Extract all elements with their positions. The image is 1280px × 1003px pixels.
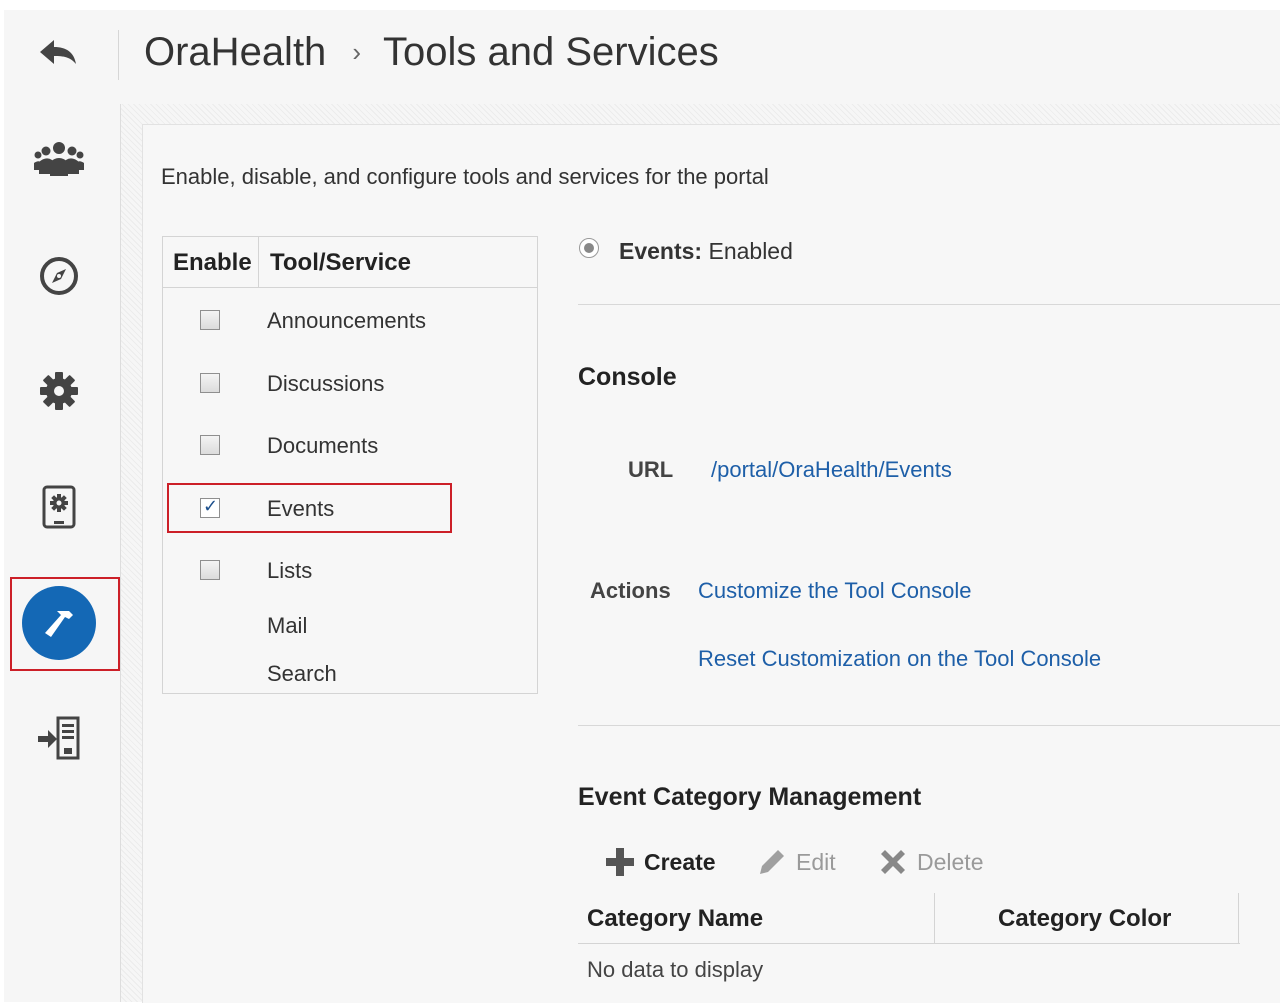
enable-checkbox-announcements[interactable]: [200, 310, 220, 330]
tool-row-announcements: Announcements: [163, 300, 537, 340]
column-header-enable: Enable: [173, 249, 252, 276]
url-label: URL: [628, 457, 674, 482]
tool-row-discussions: Discussions: [163, 363, 537, 403]
console-url-link[interactable]: /portal/OraHealth/Events: [711, 457, 952, 483]
tools-table-header: Enable Tool/Service: [163, 237, 537, 288]
console-section-title: Console: [578, 363, 677, 391]
tool-name[interactable]: Announcements: [267, 308, 426, 334]
delete-button[interactable]: Delete: [877, 845, 983, 879]
tool-row-search: Search: [163, 653, 537, 693]
divider: [578, 725, 1280, 726]
device-settings-icon[interactable]: [30, 478, 88, 536]
gear-icon[interactable]: [30, 362, 88, 420]
compass-icon[interactable]: [30, 247, 88, 305]
page-title: Tools and Services: [382, 30, 719, 74]
enable-checkbox-lists[interactable]: [200, 560, 220, 580]
tool-name[interactable]: Lists: [267, 558, 312, 584]
status-label: Events:: [619, 238, 703, 264]
tools-table: Enable Tool/Service Announcements Discus…: [162, 236, 538, 694]
events-selection-highlight: [167, 483, 452, 533]
column-header-category-color[interactable]: Category Color: [998, 905, 1171, 933]
tool-row-lists: Lists: [163, 550, 537, 590]
create-label: Create: [644, 848, 716, 875]
reset-customization-link[interactable]: Reset Customization on the Tool Console: [698, 646, 1101, 672]
breadcrumb-parent[interactable]: OraHealth: [144, 30, 326, 74]
enable-checkbox-discussions[interactable]: [200, 373, 220, 393]
intro-text: Enable, disable, and configure tools and…: [161, 164, 769, 189]
column-divider: [1238, 893, 1239, 943]
tool-name[interactable]: Discussions: [267, 371, 384, 397]
column-divider: [934, 893, 935, 943]
tool-row-documents: Documents: [163, 425, 537, 465]
event-category-title: Event Category Management: [578, 783, 922, 811]
tool-row-mail: Mail: [163, 605, 537, 645]
back-arrow-icon[interactable]: [36, 34, 80, 70]
pencil-icon: [756, 846, 788, 878]
tool-name[interactable]: Mail: [267, 613, 307, 639]
delete-label: Delete: [917, 848, 984, 875]
hammer-icon[interactable]: [22, 586, 96, 660]
enable-checkbox-documents[interactable]: [200, 435, 220, 455]
tool-name[interactable]: Documents: [267, 433, 378, 459]
delete-x-icon: [877, 846, 909, 878]
breadcrumb-separator: ›: [352, 37, 361, 67]
customize-console-link[interactable]: Customize the Tool Console: [698, 578, 972, 604]
tool-status: Events: Enabled: [619, 238, 793, 265]
column-header-tool: Tool/Service: [270, 249, 411, 276]
tool-name[interactable]: Search: [267, 661, 337, 687]
column-divider: [258, 237, 259, 287]
create-button[interactable]: Create: [604, 845, 716, 879]
empty-table-message: No data to display: [587, 957, 764, 982]
content-border: [120, 104, 121, 1002]
edit-button[interactable]: Edit: [756, 845, 836, 879]
edit-label: Edit: [796, 848, 836, 875]
status-radio-icon: [579, 238, 599, 258]
header-divider: [118, 30, 119, 80]
category-table-header: Category Name Category Color: [578, 893, 1240, 944]
status-value: Enabled: [708, 238, 793, 264]
breadcrumb: OraHealth › Tools and Services: [144, 30, 719, 75]
sign-in-icon[interactable]: [30, 709, 88, 767]
actions-label: Actions: [590, 578, 671, 603]
people-icon[interactable]: [30, 131, 88, 189]
plus-icon: [604, 846, 636, 878]
column-header-category-name[interactable]: Category Name: [587, 905, 763, 933]
divider: [578, 304, 1280, 305]
